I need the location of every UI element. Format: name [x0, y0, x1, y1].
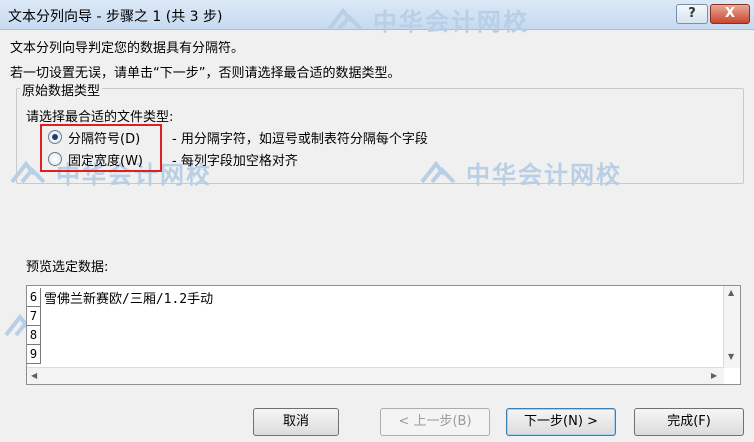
scroll-right-icon[interactable]: ▶: [711, 371, 717, 380]
window-title: 文本分列向导 - 步骤之 1 (共 3 步): [8, 9, 223, 25]
intro-line-2: 若一切设置无误，请单击“下一步”，否则请选择最合适的数据类型。: [10, 66, 401, 81]
delimited-description: - 用分隔字符，如逗号或制表符分隔每个字段: [172, 132, 428, 147]
next-button[interactable]: 下一步(N) >: [506, 408, 616, 436]
intro-line-1: 文本分列向导判定您的数据具有分隔符。: [10, 41, 245, 56]
horizontal-scrollbar[interactable]: ◀ ▶: [27, 367, 724, 384]
group-title: 原始数据类型: [20, 80, 103, 99]
close-button[interactable]: X: [710, 4, 750, 24]
back-button[interactable]: < 上一步(B): [380, 408, 490, 436]
file-type-prompt: 请选择最合适的文件类型:: [26, 110, 174, 125]
fixed-width-label[interactable]: 固定宽度(W): [68, 150, 143, 169]
scroll-down-icon[interactable]: ▼: [728, 352, 734, 361]
preview-label: 预览选定数据:: [26, 260, 109, 275]
help-button[interactable]: ?: [676, 4, 708, 24]
row-number: 6: [27, 288, 41, 307]
radio-selected-dot: [52, 134, 58, 140]
scroll-left-icon[interactable]: ◀: [31, 371, 37, 380]
row-number: 7: [27, 307, 41, 326]
vertical-scrollbar[interactable]: ▲ ▼: [723, 286, 740, 368]
fixed-width-radio[interactable]: [48, 152, 62, 166]
row-number: 8: [27, 326, 41, 345]
cancel-button[interactable]: 取消: [253, 408, 339, 436]
delimited-label[interactable]: 分隔符号(D): [68, 128, 140, 147]
finish-button[interactable]: 完成(F): [634, 408, 744, 436]
title-bar: 文本分列向导 - 步骤之 1 (共 3 步) ? X: [0, 0, 754, 30]
row-text: 雪佛兰新赛欧/三厢/1.2手动: [44, 292, 214, 307]
fixed-width-description: - 每列字段加空格对齐: [172, 154, 298, 169]
scroll-up-icon[interactable]: ▲: [728, 288, 734, 297]
row-number: 9: [27, 345, 41, 364]
preview-pane[interactable]: 6 雪佛兰新赛欧/三厢/1.2手动 7 8 9 ▲ ▼ ◀ ▶: [26, 285, 741, 385]
delimited-radio[interactable]: [48, 130, 62, 144]
